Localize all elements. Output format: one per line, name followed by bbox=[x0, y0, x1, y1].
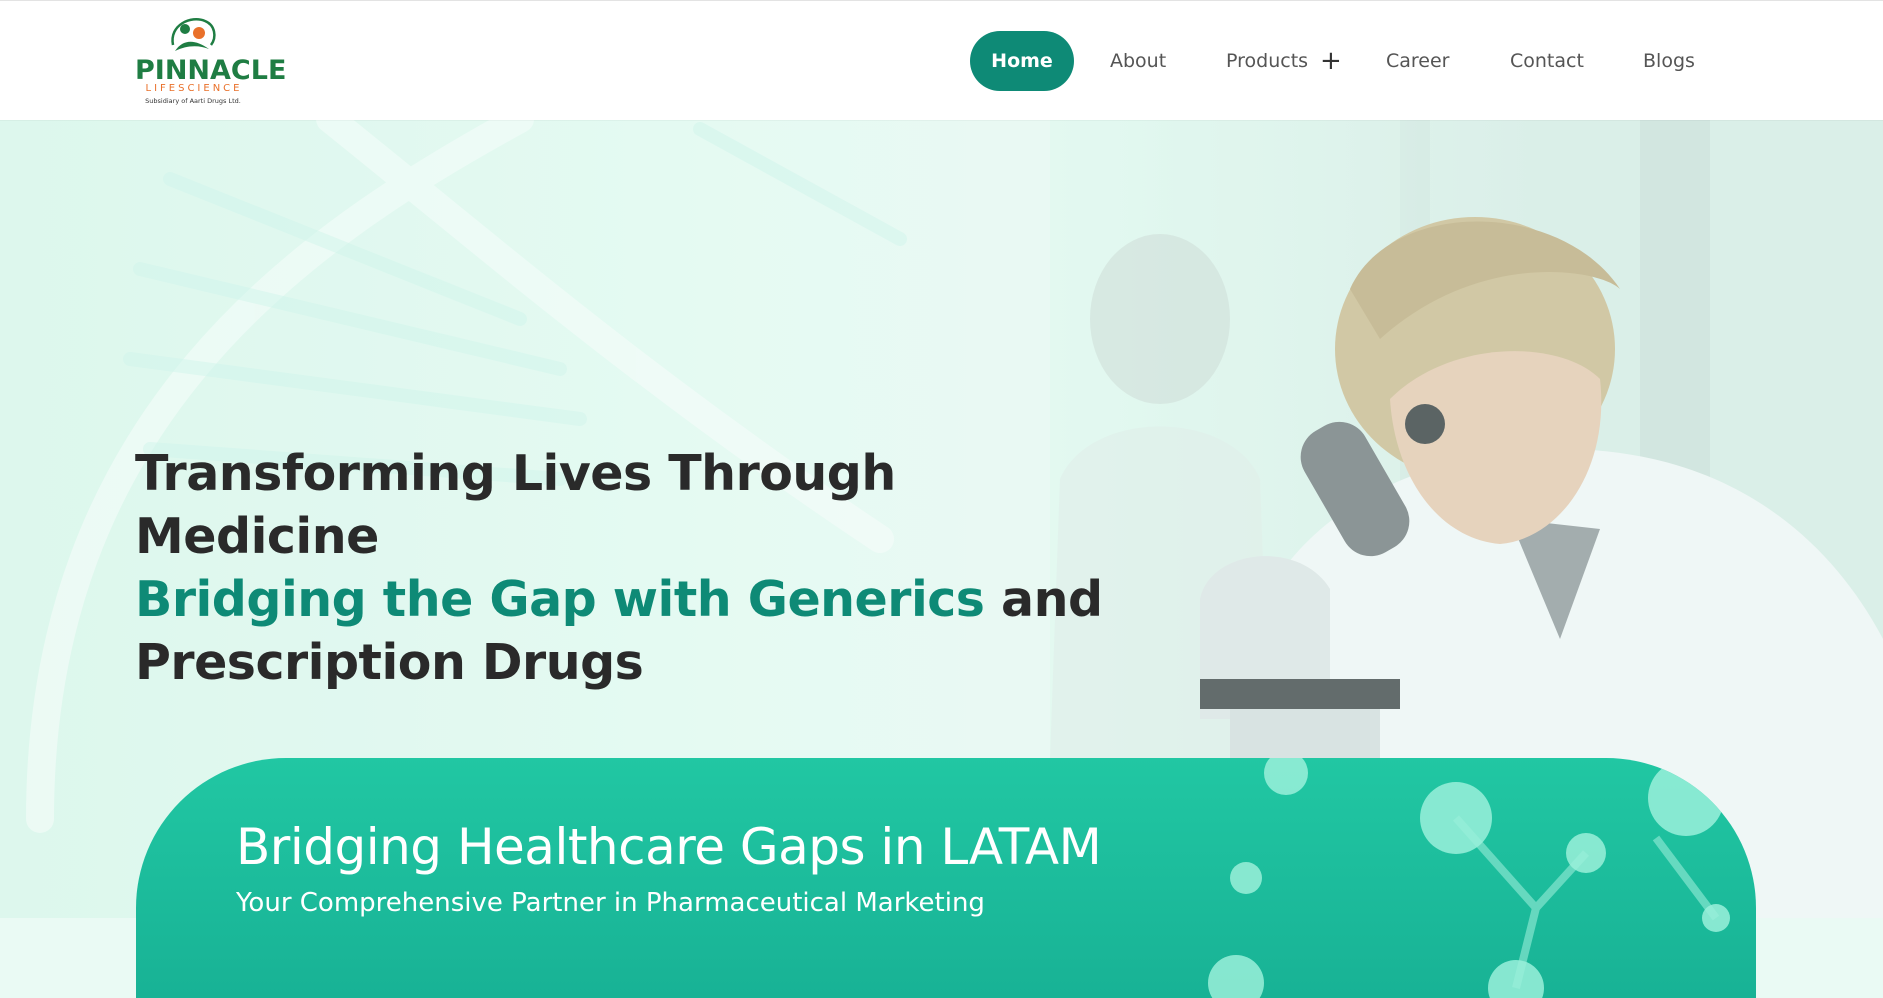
banner-subtitle: Your Comprehensive Partner in Pharmaceut… bbox=[236, 888, 985, 918]
headline-line-3: Prescription Drugs bbox=[135, 633, 644, 691]
headline-line-1: Transforming Lives Through Medicine bbox=[135, 444, 896, 565]
pinnacle-logo[interactable]: PINNACLE LIFESCIENCE Subsidiary of Aarti… bbox=[135, 15, 287, 107]
headline-line-2: Bridging the Gap with Generics and bbox=[135, 568, 1135, 631]
logo-brand-text: PINNACLE bbox=[135, 55, 287, 86]
logo-tagline: Subsidiary of Aarti Drugs Ltd. bbox=[145, 97, 241, 105]
site-header: PINNACLE LIFESCIENCE Subsidiary of Aarti… bbox=[0, 0, 1883, 120]
logo-mark-icon bbox=[171, 18, 216, 51]
plus-icon[interactable]: + bbox=[1320, 31, 1342, 91]
nav-products[interactable]: Products + bbox=[1226, 31, 1342, 91]
nav-about[interactable]: About bbox=[1110, 31, 1166, 91]
banner-title: Bridging Healthcare Gaps in LATAM bbox=[236, 818, 1102, 876]
nav-career[interactable]: Career bbox=[1386, 31, 1450, 91]
latam-banner: Bridging Healthcare Gaps in LATAM Your C… bbox=[136, 758, 1756, 998]
molecule-decoration-icon bbox=[1208, 758, 1730, 998]
nav-contact[interactable]: Contact bbox=[1510, 31, 1584, 91]
headline-line-2-rest: and bbox=[984, 570, 1103, 628]
hero-headline: Transforming Lives Through Medicine Brid… bbox=[135, 442, 1135, 694]
headline-accent-text: Bridging the Gap with Generics bbox=[135, 570, 985, 628]
nav-products-label: Products bbox=[1226, 50, 1309, 72]
logo-subtext: LIFESCIENCE bbox=[145, 83, 243, 94]
nav-blogs[interactable]: Blogs bbox=[1643, 31, 1695, 91]
nav-home[interactable]: Home bbox=[970, 31, 1074, 91]
